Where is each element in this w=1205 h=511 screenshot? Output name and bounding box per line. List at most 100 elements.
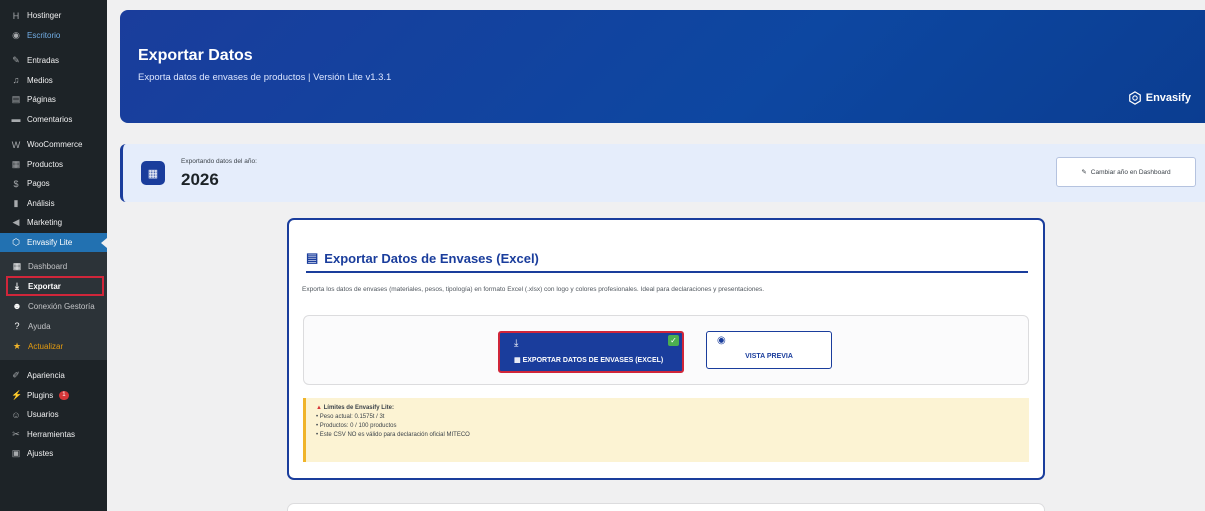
limits-title: ▲ Límites de Envasify Lite:	[316, 404, 1029, 413]
payments-icon: $	[13, 178, 19, 189]
dashboard-grid-icon: ▦	[12, 260, 22, 271]
sidebar-item-herramientas[interactable]: ✂ Herramientas	[0, 425, 107, 445]
export-year-bar: ▦ Exportando datos del año: 2026 ✎ Cambi…	[120, 144, 1205, 202]
sidebar-item-label: Páginas	[27, 95, 56, 105]
brand-name: Envasify	[1145, 92, 1191, 104]
year-value: 2026	[181, 170, 219, 189]
export-button-text: EXPORTAR DATOS DE ENVASES (EXCEL)	[522, 357, 664, 364]
sidebar-item-productos[interactable]: ▦ Productos	[0, 155, 107, 175]
hostinger-icon: H	[12, 10, 20, 21]
submenu-item-label: Actualizar	[28, 341, 64, 351]
limits-line-miteco: • Este CSV NO es válido para declaración…	[316, 432, 470, 438]
sidebar-item-marketing[interactable]: ◀ Marketing	[0, 213, 107, 233]
sidebar-item-usuarios[interactable]: ☺ Usuarios	[0, 405, 107, 425]
export-card: ▤ Exportar Datos de Envases (Excel) Expo…	[287, 218, 1045, 480]
submenu-item-dashboard[interactable]: ▦ Dashboard	[0, 256, 107, 276]
preview-button-label: VISTA PREVIA	[745, 353, 793, 360]
page-title: Exportar Datos	[138, 47, 253, 64]
limits-line-weight: • Peso actual: 0.1575t / 3t	[316, 414, 385, 420]
envasify-logo-icon	[1128, 91, 1141, 105]
submenu-item-label: Exportar	[28, 281, 61, 291]
edit-icon: ✎	[1081, 169, 1087, 176]
sidebar-item-label: Herramientas	[27, 429, 76, 439]
sidebar-item-label: Medios	[27, 75, 53, 85]
woocommerce-icon: W	[11, 139, 21, 150]
marketing-icon: ◀	[12, 217, 20, 228]
envasify-logo: Envasify	[1128, 91, 1191, 105]
export-excel-button-label: ▦ EXPORTAR DATOS DE ENVASES (EXCEL)	[514, 356, 663, 364]
eye-icon: ◉	[717, 335, 726, 346]
analytics-icon: ▮	[13, 197, 19, 208]
sidebar-item-apariencia[interactable]: ✐ Apariencia	[0, 366, 107, 386]
export-excel-button[interactable]: ⤓ ▦ EXPORTAR DATOS DE ENVASES (EXCEL) ✓	[498, 331, 684, 373]
sidebar-item-label: Plugins	[27, 390, 54, 400]
sidebar-item-label: Envasify Lite	[27, 237, 73, 247]
excel-icon: ▦	[514, 357, 523, 364]
sidebar-item-woocommerce[interactable]: W WooCommerce	[0, 135, 107, 155]
sidebar-item-label: Marketing	[27, 218, 63, 228]
title-divider	[306, 271, 1028, 273]
submenu-item-conexion-gestoria[interactable]: ☻ Conexión Gestoría	[0, 296, 107, 316]
submenu-item-label: Conexión Gestoría	[28, 301, 95, 311]
plugins-update-badge: 1	[59, 390, 69, 400]
submenu-item-exportar[interactable]: ⤓ Exportar	[6, 276, 104, 296]
export-card-title-text: Exportar Datos de Envases (Excel)	[324, 250, 539, 266]
sidebar-item-label: Entradas	[27, 56, 60, 66]
limits-notice: ▲ Límites de Envasify Lite: • Peso actua…	[303, 398, 1029, 462]
sidebar-item-entradas[interactable]: ✎ Entradas	[0, 51, 107, 71]
appearance-icon: ✐	[12, 370, 20, 381]
sidebar-item-analisis[interactable]: ▮ Análisis	[0, 194, 107, 214]
admin-sidebar: H Hostinger ◉ Escritorio ✎ Entradas ♫ Medios…	[0, 0, 107, 511]
envasify-submenu: ▦ Dashboard ⤓ Exportar ☻ Conexión Gestoría …	[0, 252, 107, 360]
change-year-button[interactable]: ✎ Cambiar año en Dashboard	[1056, 157, 1196, 187]
limits-line-products: • Productos: 0 / 100 productos	[316, 423, 397, 429]
warning-icon: ▲	[316, 405, 324, 411]
download-icon: ⤓	[15, 280, 19, 291]
sidebar-item-medios[interactable]: ♫ Medios	[0, 71, 107, 91]
tools-icon: ✂	[12, 428, 20, 439]
sidebar-item-label: Hostinger	[27, 11, 62, 21]
year-label: Exportando datos del año:	[181, 158, 257, 165]
sidebar-item-escritorio[interactable]: ◉ Escritorio	[0, 26, 107, 46]
page-header-banner: Exportar Datos Exporta datos de envases …	[120, 10, 1205, 123]
page-subtitle: Exporta datos de envases de productos | …	[138, 72, 392, 83]
sidebar-item-label: Apariencia	[27, 371, 65, 381]
products-icon: ▦	[11, 158, 21, 169]
sidebar-item-comentarios[interactable]: ▬ Comentarios	[0, 110, 107, 130]
pages-icon: ▤	[11, 94, 21, 105]
submenu-item-ayuda[interactable]: ? Ayuda	[0, 316, 107, 336]
sidebar-item-pagos[interactable]: $ Pagos	[0, 174, 107, 194]
export-card-title: ▤ Exportar Datos de Envases (Excel)	[306, 250, 539, 266]
dashboard-icon: ◉	[12, 29, 20, 40]
change-year-button-label: Cambiar año en Dashboard	[1090, 168, 1171, 176]
calendar-icon: ▦	[141, 161, 165, 185]
settings-icon: ▣	[11, 448, 21, 459]
document-icon: ▤	[306, 250, 319, 265]
sidebar-item-envasify-lite[interactable]: ⬡ Envasify Lite	[0, 232, 107, 252]
preview-button[interactable]: ◉ VISTA PREVIA	[706, 331, 832, 369]
export-actions: ⤓ ▦ EXPORTAR DATOS DE ENVASES (EXCEL) ✓ …	[303, 315, 1029, 385]
submenu-item-label: Dashboard	[28, 261, 68, 271]
user-plus-icon: ☻	[12, 301, 22, 311]
plugins-icon: ⚡	[11, 389, 23, 400]
submenu-item-actualizar[interactable]: ★ Actualizar	[0, 336, 107, 356]
limits-title-text: Límites de Envasify Lite:	[323, 405, 394, 411]
star-icon: ★	[12, 340, 22, 351]
sidebar-item-plugins[interactable]: ⚡ Plugins 1	[0, 386, 107, 406]
sidebar-item-label: Comentarios	[27, 114, 73, 124]
sidebar-item-label: Análisis	[27, 198, 55, 208]
sidebar-item-label: WooCommerce	[27, 140, 83, 150]
download-icon: ⤓	[514, 338, 519, 349]
sidebar-item-label: Escritorio	[27, 30, 61, 40]
comments-icon: ▬	[11, 114, 21, 125]
sidebar-item-hostinger[interactable]: H Hostinger	[0, 6, 107, 26]
pin-icon: ✎	[12, 55, 20, 66]
check-icon: ✓	[668, 335, 679, 346]
sidebar-item-ajustes[interactable]: ▣ Ajustes	[0, 444, 107, 464]
submenu-item-label: Ayuda	[28, 321, 51, 331]
sidebar-item-label: Pagos	[27, 179, 50, 189]
secondary-card	[287, 503, 1045, 511]
sidebar-item-label: Productos	[27, 159, 64, 169]
media-icon: ♫	[12, 75, 20, 86]
sidebar-item-paginas[interactable]: ▤ Páginas	[0, 90, 107, 110]
